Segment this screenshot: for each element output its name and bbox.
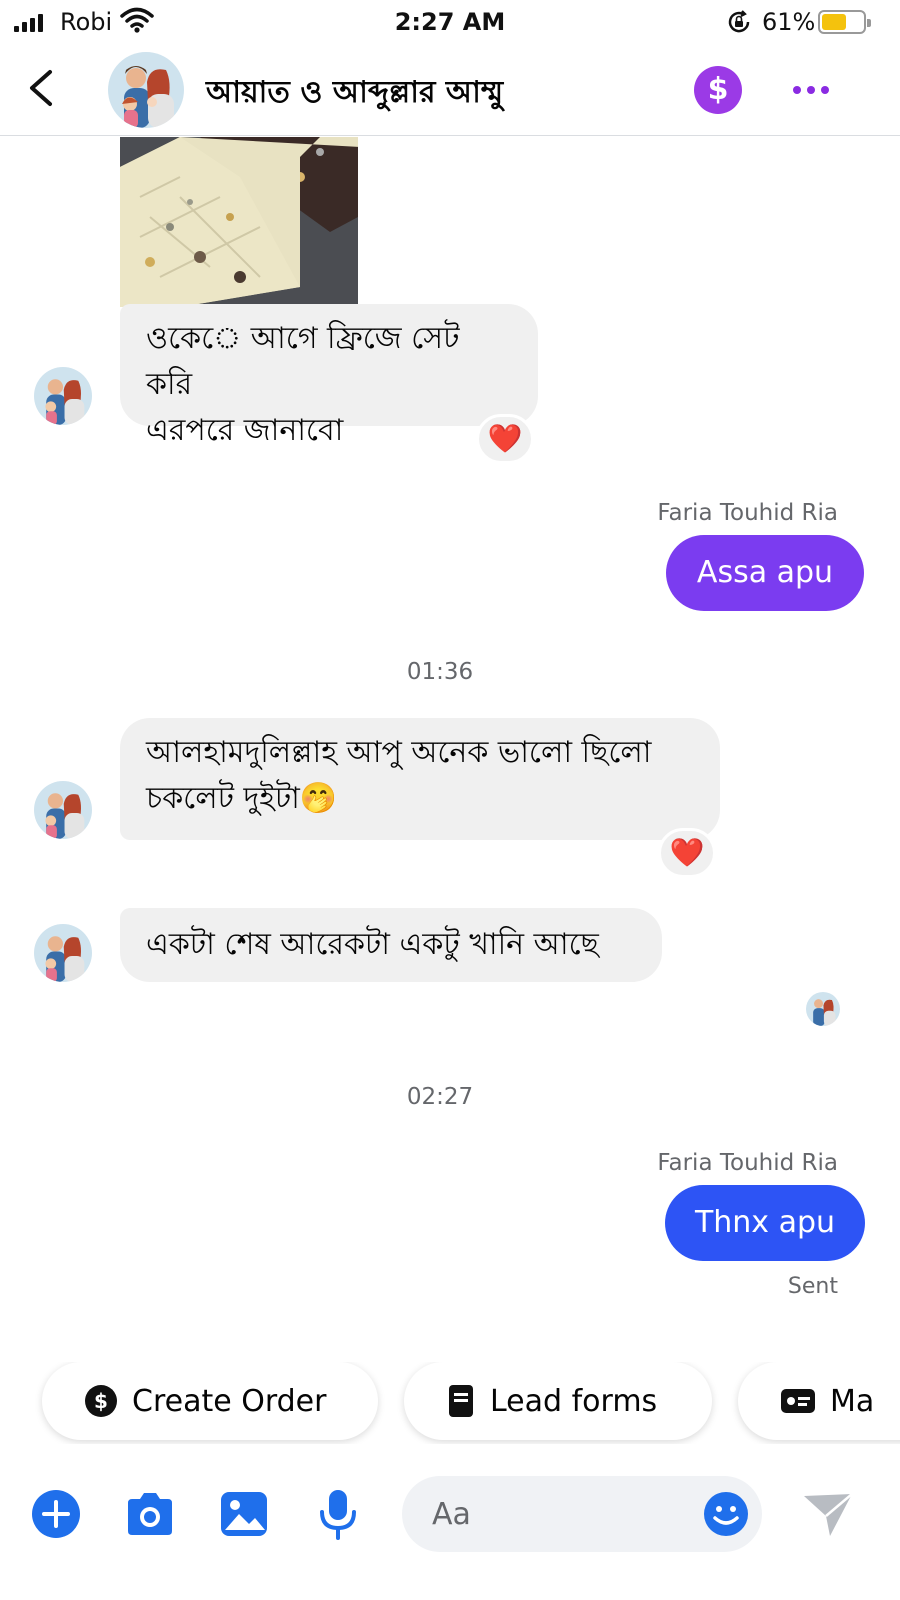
message-line: আলহামদুলিল্লাহ আপু অনেক ভালো ছিলো: [146, 735, 652, 770]
read-receipt-avatar: [806, 992, 840, 1026]
signal-icon: [14, 14, 43, 32]
heart-reaction-icon[interactable]: ❤️: [476, 414, 534, 464]
form-icon: [446, 1384, 476, 1418]
carrier-name: Robi: [60, 8, 113, 36]
status-bar: Robi 2:27 AM 61%: [0, 0, 900, 46]
heart-reaction-icon[interactable]: ❤️: [658, 828, 716, 878]
chip-label: Ma: [830, 1383, 875, 1419]
payment-icon[interactable]: $: [694, 66, 742, 114]
message-input-container: [402, 1476, 762, 1552]
timestamp-divider: 01:36: [406, 659, 474, 685]
delivery-status: Sent: [787, 1274, 838, 1299]
lead-forms-button[interactable]: Lead forms: [404, 1362, 712, 1440]
chat-title[interactable]: আয়াত ও আব্দুল্লার আম্মু: [206, 68, 503, 119]
camera-icon[interactable]: [122, 1486, 178, 1542]
incoming-message-bubble[interactable]: ওকে◌ে আগে ফ্রিজে সেট করি এরপরে জানাবো: [120, 304, 538, 448]
svg-text:$: $: [94, 1389, 108, 1413]
card-icon: [780, 1386, 816, 1416]
dollar-circle-icon: $: [84, 1384, 118, 1418]
contact-avatar-small[interactable]: [34, 367, 92, 425]
message-composer: [0, 1472, 900, 1562]
message-line: চকলেট দুইটা🤭: [146, 781, 338, 816]
message-input[interactable]: [432, 1494, 692, 1534]
chip-label: Lead forms: [490, 1383, 658, 1419]
message-line: এরপরে জানাবো: [146, 413, 344, 448]
contact-avatar-small[interactable]: [34, 924, 92, 982]
timestamp-divider: 02:27: [406, 1084, 474, 1110]
contact-avatar-small[interactable]: [34, 781, 92, 839]
message-line: ওকে◌ে আগে ফ্রিজে সেট করি: [146, 321, 460, 402]
chocolate-bar-photo[interactable]: [120, 137, 358, 307]
orientation-lock-icon: [726, 9, 752, 39]
plus-icon[interactable]: [28, 1486, 84, 1542]
manage-button[interactable]: Ma: [738, 1362, 900, 1440]
incoming-message-bubble[interactable]: আলহামদুলিল্লাহ আপু অনেক ভালো ছিলো চকলেট …: [120, 718, 720, 840]
outgoing-message-bubble[interactable]: Thnx apu: [665, 1185, 865, 1261]
back-arrow-icon[interactable]: [20, 66, 64, 110]
battery-percent: 61%: [762, 8, 816, 36]
create-order-button[interactable]: $ Create Order: [42, 1362, 378, 1440]
sender-name: Faria Touhid Ria: [657, 1150, 838, 1176]
contact-avatar[interactable]: [108, 52, 184, 128]
sender-name: Faria Touhid Ria: [657, 500, 838, 526]
chat-header: আয়াত ও আব্দুল্লার আম্মু $: [0, 46, 900, 136]
outgoing-message-bubble[interactable]: Assa apu: [666, 535, 864, 611]
emoji-icon[interactable]: [702, 1490, 750, 1538]
message-line: একটা শেষ আরেকটা একটু খানি আছে: [146, 927, 599, 962]
more-options-icon[interactable]: [786, 74, 836, 106]
chip-label: Create Order: [132, 1383, 327, 1419]
gallery-icon[interactable]: [216, 1486, 272, 1542]
send-icon[interactable]: [800, 1486, 856, 1542]
incoming-message-bubble[interactable]: একটা শেষ আরেকটা একটু খানি আছে: [120, 908, 662, 982]
microphone-icon[interactable]: [310, 1486, 366, 1542]
battery-icon: [818, 10, 871, 34]
quick-reply-bar: $ Create Order Lead forms Ma: [0, 1362, 900, 1444]
wifi-icon: [120, 6, 154, 38]
